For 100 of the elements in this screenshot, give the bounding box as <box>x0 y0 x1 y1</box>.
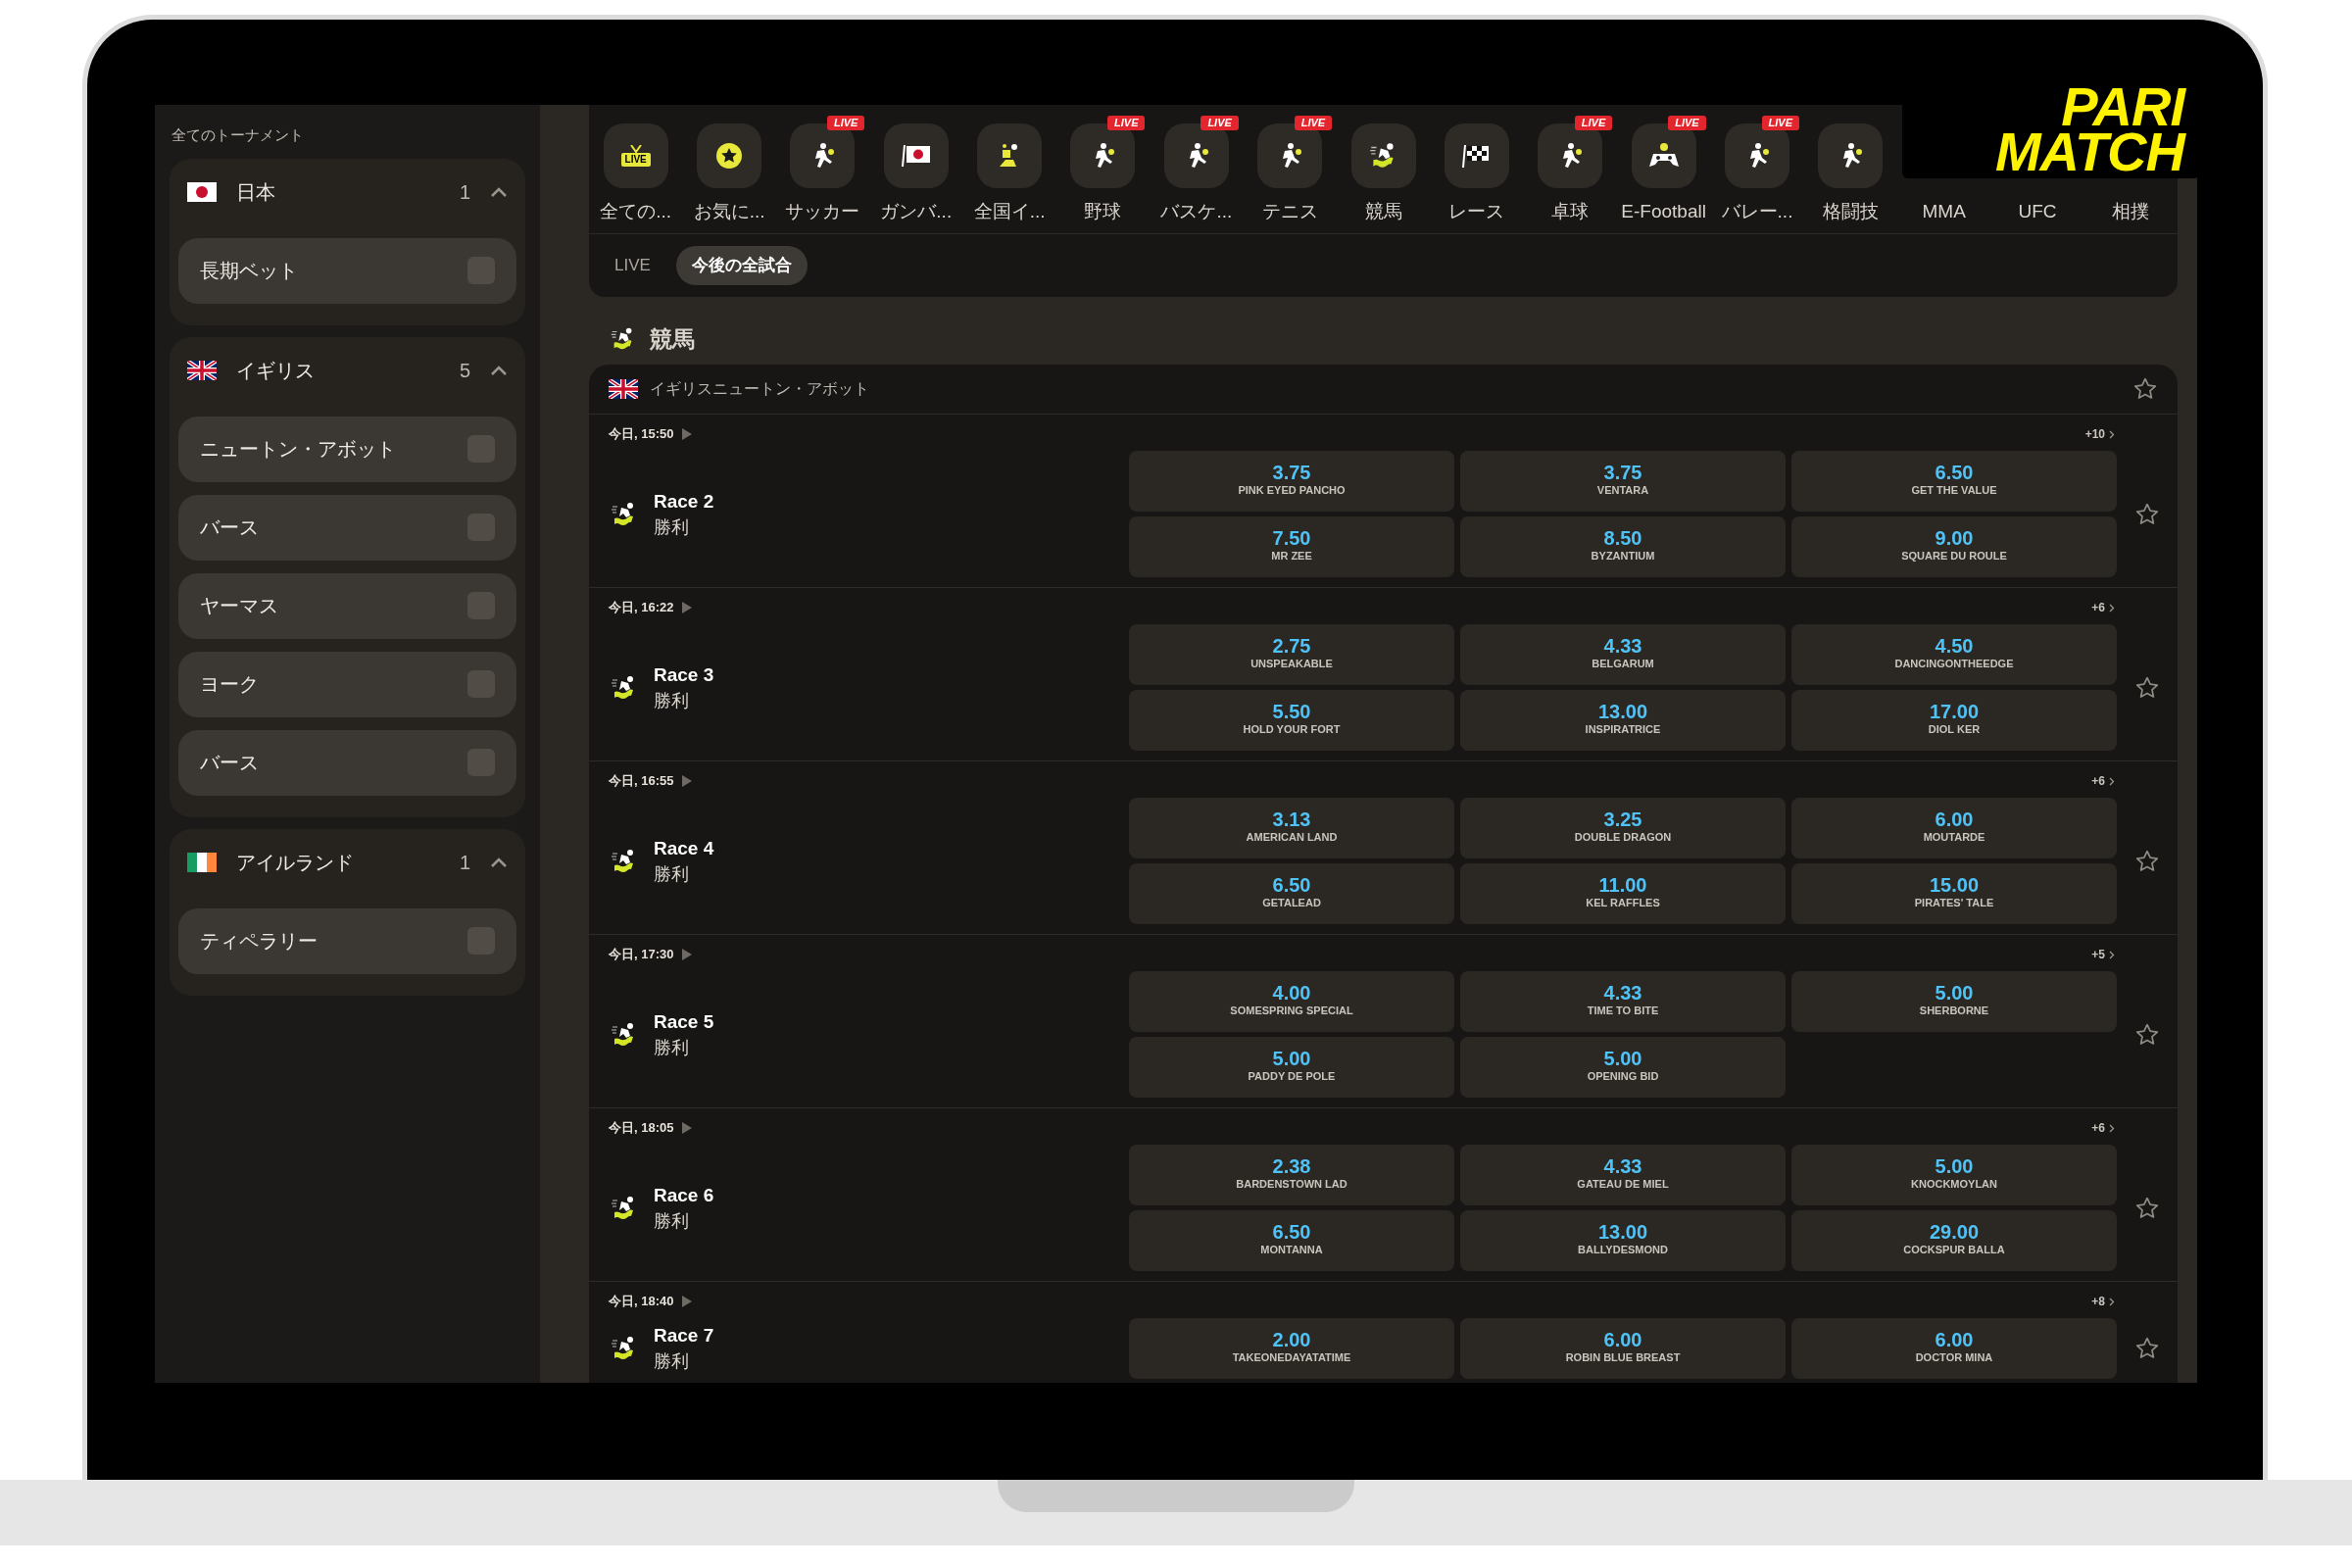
play-icon[interactable] <box>681 948 694 961</box>
odds-button[interactable]: 5.00 PADDY DE POLE <box>1129 1037 1454 1098</box>
sport-tab[interactable]: UFC <box>2018 197 2057 225</box>
race-time: 今日, 16:55 <box>609 772 674 791</box>
play-icon[interactable] <box>681 601 694 614</box>
more-markets-link[interactable]: +10 <box>2084 425 2115 443</box>
odds-button[interactable]: 2.00 TAKEONEDAYATATIME <box>1129 1318 1454 1379</box>
live-label: LIVE <box>620 152 651 167</box>
odds-button[interactable]: 6.50 GET THE VALUE <box>1791 451 2117 512</box>
race-name: Race 2 <box>654 489 714 514</box>
tournament-item[interactable]: ティペラリー <box>178 907 516 974</box>
market-name: 勝利 <box>654 515 690 539</box>
odds-button[interactable]: 13.00 INSPIRATRICE <box>1460 690 1786 751</box>
sidebar-title: 全てのトーナメント <box>171 125 305 145</box>
odds-button[interactable]: 2.38 BARDENSTOWN LAD <box>1129 1145 1454 1205</box>
chevron-right-icon <box>2109 429 2115 439</box>
odds-button[interactable]: 4.00 SOMESPRING SPECIAL <box>1129 971 1454 1032</box>
odds-button[interactable]: 17.00 DIOL KER <box>1791 690 2117 751</box>
odds-button[interactable]: 13.00 BALLYDESMOND <box>1460 1210 1786 1271</box>
tournament-name: バース <box>200 515 260 540</box>
sport-tab[interactable]: LIVE 野球 <box>1056 113 1150 225</box>
tournament-item[interactable]: ヤーマス <box>178 572 516 639</box>
flag-icon <box>187 181 217 202</box>
sport-tab[interactable]: LIVE テニス <box>1244 113 1337 225</box>
favorite-star-icon[interactable] <box>2132 376 2158 402</box>
odds-button[interactable]: 9.00 SQUARE DU ROULE <box>1791 516 2117 577</box>
play-icon[interactable] <box>681 1121 694 1135</box>
favorite-star-icon[interactable] <box>2134 501 2160 527</box>
favorite-star-icon[interactable] <box>2134 674 2160 701</box>
odds-button[interactable]: 4.33 GATEAU DE MIEL <box>1460 1145 1786 1205</box>
race-time: 今日, 17:30 <box>609 946 674 964</box>
live-badge: LIVE <box>826 115 865 130</box>
market-name: 勝利 <box>654 1350 690 1373</box>
filter-tab[interactable]: 今後の全試合 <box>675 246 808 285</box>
live-badge: LIVE <box>1668 115 1706 130</box>
odds-button[interactable]: 4.33 BELGARUM <box>1460 624 1786 685</box>
odds-button[interactable]: 3.25 DOUBLE DRAGON <box>1460 798 1786 858</box>
play-icon[interactable] <box>681 774 694 788</box>
flag-icon <box>900 142 932 169</box>
sport-tab[interactable]: MMA <box>1922 197 1966 225</box>
tournament-item[interactable]: ニュートン・アボット <box>178 416 516 482</box>
live-badge: LIVE <box>1107 115 1146 130</box>
odds-button[interactable]: 15.00 PIRATES' TALE <box>1791 863 2117 924</box>
chevron-right-icon <box>2109 776 2115 786</box>
event-title: イギリスニュートン・アボット <box>650 379 870 399</box>
odds-button[interactable]: 2.75 UNSPEAKABLE <box>1129 624 1454 685</box>
sport-tab[interactable]: 相撲 <box>2112 197 2150 225</box>
odds-button[interactable]: 5.50 HOLD YOUR FORT <box>1129 690 1454 751</box>
filter-tab[interactable]: LIVE <box>599 246 666 285</box>
play-icon[interactable] <box>681 1295 694 1308</box>
sport-tab[interactable]: 競馬 <box>1337 113 1430 225</box>
odds-button[interactable]: 4.33 TIME TO BITE <box>1460 971 1786 1032</box>
favorite-star-icon[interactable] <box>2134 1336 2160 1361</box>
favorite-star-icon[interactable] <box>2134 1195 2160 1221</box>
odds-button[interactable]: 6.00 DOCTOR MINA <box>1791 1318 2117 1379</box>
country-header[interactable]: アイルランド 1 <box>178 828 516 896</box>
odds-button[interactable]: 7.50 MR ZEE <box>1129 516 1454 577</box>
odds-button[interactable]: 11.00 KEL RAFFLES <box>1460 863 1786 924</box>
country-header[interactable]: 日本 1 <box>178 158 516 225</box>
more-markets-link[interactable]: +6 <box>2091 1119 2115 1137</box>
race-name: Race 4 <box>654 836 714 860</box>
favorite-star-icon[interactable] <box>2134 1021 2160 1048</box>
sport-tab[interactable]: LIVE バスケ... <box>1147 113 1247 225</box>
tournament-item[interactable]: 長期ベット <box>178 237 516 304</box>
more-markets-link[interactable]: +6 <box>2091 772 2115 790</box>
favorite-star-icon[interactable] <box>2134 848 2160 874</box>
odds-button[interactable]: 3.13 AMERICAN LAND <box>1129 798 1454 858</box>
race-time: 今日, 15:50 <box>609 425 674 444</box>
odds-button[interactable]: 6.00 ROBIN BLUE BREAST <box>1460 1318 1786 1379</box>
odds-button[interactable]: 6.50 MONTANNA <box>1129 1210 1454 1271</box>
race-name: Race 7 <box>654 1324 714 1348</box>
country-header[interactable]: イギリス 5 <box>178 336 516 404</box>
tournament-item[interactable]: ヨーク <box>178 651 516 717</box>
sport-tab[interactable]: レース <box>1430 113 1523 225</box>
odds-button[interactable]: 4.50 DANCINGONTHEEDGE <box>1791 624 2117 685</box>
odds-button[interactable]: 5.00 OPENING BID <box>1460 1037 1786 1098</box>
odds-button[interactable]: 6.50 GETALEAD <box>1129 863 1454 924</box>
odds-button[interactable]: 3.75 PINK EYED PANCHO <box>1129 451 1454 512</box>
chevron-up-icon <box>490 856 508 868</box>
market-name: 勝利 <box>654 689 690 712</box>
tournament-item[interactable]: バース <box>178 729 516 796</box>
play-icon[interactable] <box>681 427 694 441</box>
more-markets-link[interactable]: +6 <box>2091 599 2115 616</box>
antenna-icon <box>627 144 644 153</box>
more-markets-link[interactable]: +8 <box>2091 1293 2115 1310</box>
more-markets-link[interactable]: +5 <box>2091 946 2115 963</box>
odds-button[interactable]: 5.00 KNOCKMOYLAN <box>1791 1145 2117 1205</box>
odds-button[interactable]: 6.00 MOUTARDE <box>1791 798 2117 858</box>
live-badge: LIVE <box>1294 115 1333 130</box>
tournament-name: ヨーク <box>200 672 260 697</box>
odds-button[interactable]: 29.00 COCKSPUR BALLA <box>1791 1210 2117 1271</box>
tournament-item[interactable]: バース <box>178 494 516 561</box>
odds-button[interactable]: 5.00 SHERBORNE <box>1791 971 2117 1032</box>
tournament-name: バース <box>200 751 260 775</box>
live-badge: LIVE <box>1761 115 1799 130</box>
sport-tab[interactable]: 格闘技 <box>1804 113 1897 225</box>
odds-button[interactable]: 3.75 VENTARA <box>1460 451 1786 512</box>
odds-button[interactable]: 8.50 BYZANTIUM <box>1460 516 1786 577</box>
tournament-name: ニュートン・アボット <box>200 437 397 462</box>
race-time: 今日, 18:05 <box>609 1119 674 1138</box>
